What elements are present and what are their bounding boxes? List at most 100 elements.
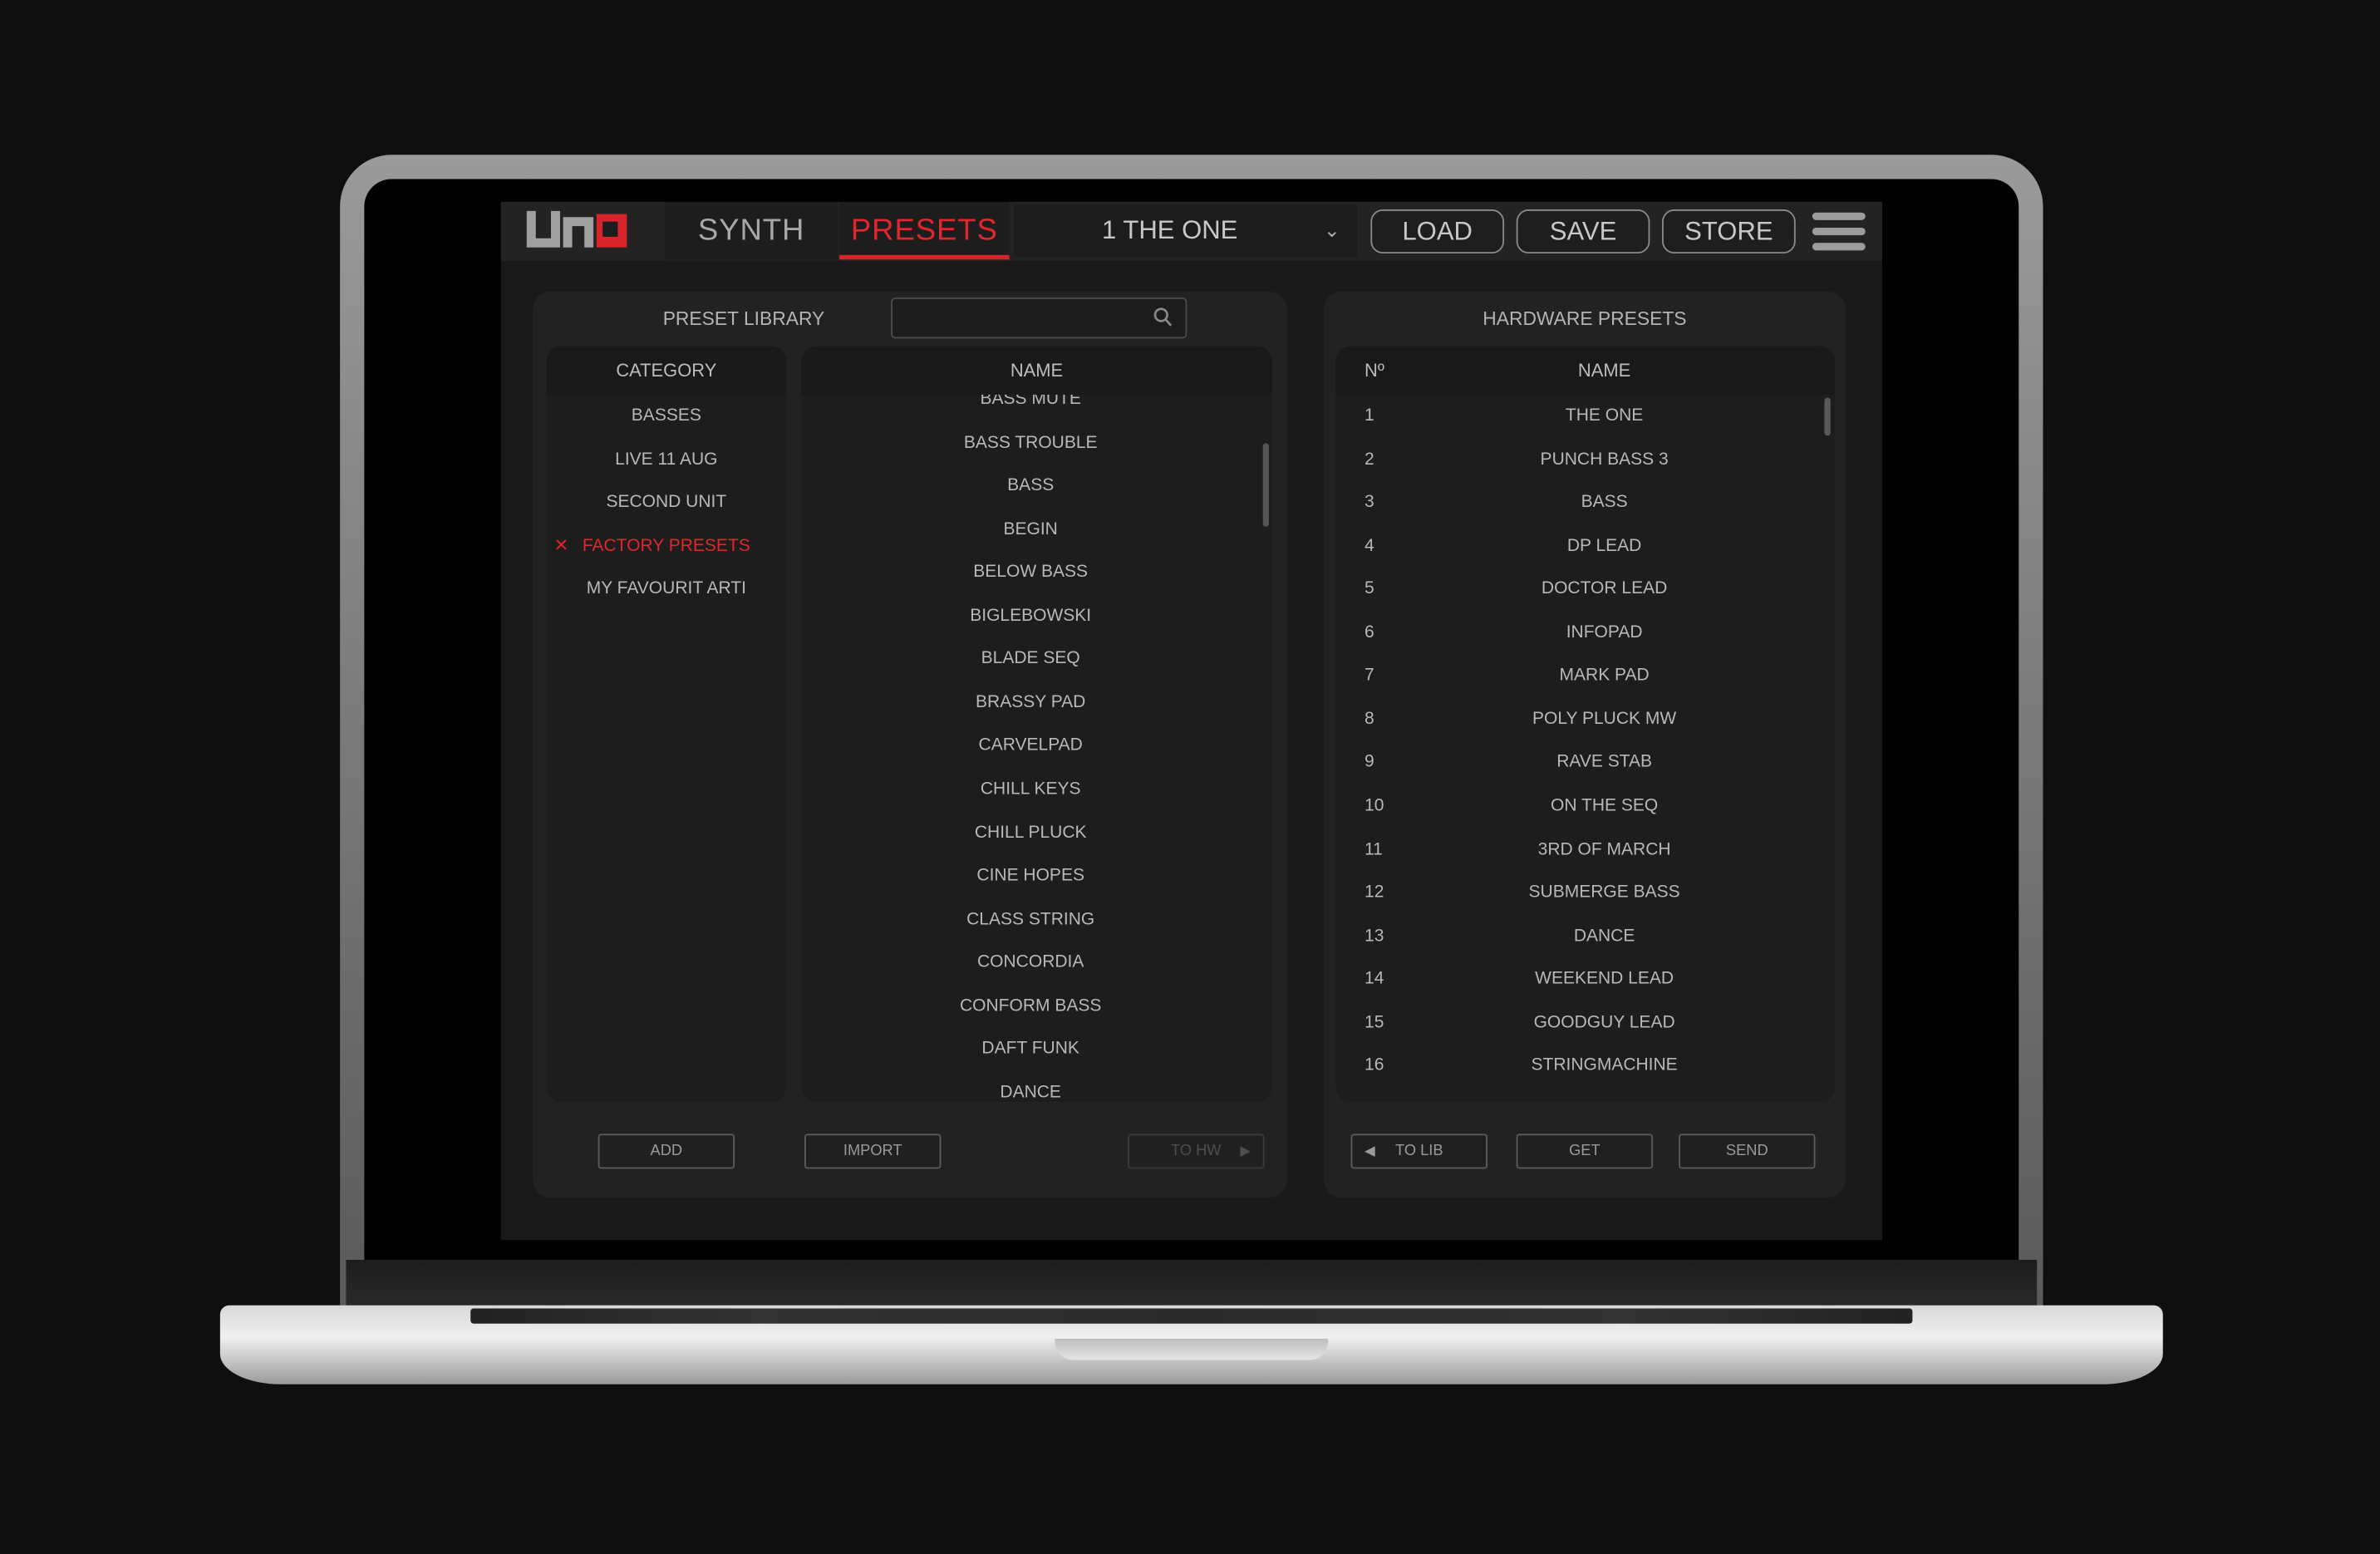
preset-list-item[interactable]: BELOW BASS [801, 558, 1260, 588]
preset-number: 14 [1365, 970, 1384, 989]
to-hw-button[interactable]: TO HW ▶ [1128, 1134, 1265, 1169]
hardware-row[interactable]: 4 DP LEAD [1335, 531, 1835, 562]
name-header: NAME [801, 346, 1272, 395]
laptop-mockup: SYNTH PRESETS 1 THE ONE ⌄ LOAD SAVE STOR… [0, 0, 2380, 1554]
preset-list-item[interactable]: BEGIN [801, 514, 1260, 545]
hardware-row[interactable]: 11 3RD OF MARCH [1335, 834, 1835, 865]
preset-list-item[interactable]: CONCORDIA [801, 947, 1260, 978]
hamburger-icon[interactable] [1812, 212, 1866, 251]
preset-name: GOODGUY LEAD [1533, 1013, 1675, 1032]
category-label: SECOND UNIT [606, 493, 727, 512]
import-button[interactable]: IMPORT [804, 1134, 942, 1169]
preset-list-item[interactable]: CLASS STRING [801, 904, 1260, 935]
remove-icon[interactable]: ✕ [554, 531, 569, 562]
preset-list-item[interactable]: DANCE [801, 1077, 1260, 1102]
preset-name: INFOPAD [1566, 623, 1643, 642]
category-label: FACTORY PRESETS [582, 536, 750, 555]
send-button[interactable]: SEND [1679, 1134, 1816, 1169]
number-header: Nº [1365, 359, 1384, 381]
add-button[interactable]: ADD [597, 1134, 735, 1169]
category-label: MY FAVOURIT ARTI [586, 580, 746, 598]
hardware-row[interactable]: 12 SUBMERGE BASS [1335, 878, 1835, 908]
preset-number: 2 [1365, 450, 1374, 469]
preset-list-item[interactable]: CHILL PLUCK [801, 818, 1260, 848]
preset-list-item[interactable]: CHILL KEYS [801, 774, 1260, 804]
hardware-row[interactable]: 16 STRINGMACHINE [1335, 1050, 1835, 1081]
keyboard-strip [470, 1308, 1913, 1324]
preset-list-item[interactable]: CONFORM BASS [801, 991, 1260, 1021]
hardware-row[interactable]: 8 POLY PLUCK MW [1335, 704, 1835, 735]
hardware-scrollbar[interactable] [1824, 397, 1831, 436]
hw-name-header: NAME [1577, 359, 1631, 381]
preset-list-item[interactable]: BLADE SEQ [801, 644, 1260, 675]
laptop-chin [346, 1259, 2038, 1309]
preset-name: DOCTOR LEAD [1541, 580, 1668, 598]
hardware-row[interactable]: 7 MARK PAD [1335, 661, 1835, 691]
preset-select[interactable]: 1 THE ONE ⌄ [1014, 204, 1357, 257]
tab-presets[interactable]: PRESETS [839, 201, 1010, 260]
search-input[interactable] [891, 297, 1188, 339]
preset-number: 12 [1365, 883, 1384, 902]
preset-list-item[interactable]: BASS [801, 470, 1260, 501]
preset-name: DANCE [1573, 927, 1635, 946]
preset-name: POLY PLUCK MW [1532, 710, 1677, 729]
hardware-row[interactable]: 3 BASS [1335, 487, 1835, 518]
preset-number: 6 [1365, 623, 1374, 642]
store-button[interactable]: STORE [1662, 209, 1796, 254]
hardware-row[interactable]: 9 RAVE STAB [1335, 747, 1835, 778]
preset-library-title: PRESET LIBRARY [662, 307, 825, 330]
load-button[interactable]: LOAD [1370, 209, 1505, 254]
save-button[interactable]: SAVE [1516, 209, 1650, 254]
hardware-row[interactable]: 1 THE ONE [1335, 401, 1835, 431]
preset-number: 15 [1365, 1013, 1384, 1032]
preset-name: MARK PAD [1559, 666, 1650, 686]
preset-name: DP LEAD [1566, 536, 1642, 555]
hardware-row[interactable]: 14 WEEKEND LEAD [1335, 964, 1835, 995]
hardware-table: Nº NAME 1 THE ONE 2 PUNCH BASS 3 3 BASS 4 DP LE… [1335, 346, 1836, 1103]
to-lib-label: TO LIB [1395, 1143, 1443, 1160]
preset-name: 3RD OF MARCH [1537, 839, 1671, 858]
preset-list-item[interactable]: CINE HOPES [801, 861, 1260, 892]
preset-number: 16 [1365, 1056, 1384, 1075]
category-item[interactable]: MY FAVOURIT ARTI [547, 574, 787, 605]
preset-list-item[interactable]: DAFT FUNK [801, 1034, 1260, 1065]
to-lib-button[interactable]: ◀ TO LIB [1350, 1134, 1488, 1169]
to-hw-label: TO HW [1171, 1143, 1222, 1160]
preset-list-item[interactable]: CARVELPAD [801, 730, 1260, 761]
preset-number: 3 [1365, 493, 1374, 512]
get-button[interactable]: GET [1516, 1134, 1654, 1169]
preset-list-item[interactable]: BASS TROUBLE [801, 427, 1260, 458]
search-icon [1153, 307, 1173, 327]
hardware-row[interactable]: 13 DANCE [1335, 921, 1835, 952]
tab-synth[interactable]: SYNTH [665, 201, 838, 260]
category-item[interactable]: BASSES [547, 401, 787, 431]
preset-number: 9 [1365, 753, 1374, 772]
arrow-left-icon: ◀ [1365, 1143, 1375, 1158]
preset-name: RAVE STAB [1556, 753, 1653, 772]
preset-name: SUBMERGE BASS [1528, 883, 1680, 902]
category-item[interactable]: ✕ FACTORY PRESETS [547, 531, 787, 562]
hardware-row[interactable]: 6 INFOPAD [1335, 617, 1835, 648]
hardware-row[interactable]: 2 PUNCH BASS 3 [1335, 444, 1835, 475]
preset-number: 4 [1365, 536, 1374, 555]
preset-name: THE ONE [1565, 406, 1644, 425]
hardware-row[interactable]: 10 ON THE SEQ [1335, 790, 1835, 821]
library-scrollbar[interactable] [1262, 443, 1269, 527]
category-item[interactable]: SECOND UNIT [547, 487, 787, 518]
preset-list-item[interactable]: BIGLEBOWSKI [801, 601, 1260, 632]
category-header: CATEGORY [546, 346, 787, 395]
category-label: BASSES [631, 406, 701, 425]
category-item[interactable]: LIVE 11 AUG [547, 444, 787, 475]
preset-number: 10 [1365, 796, 1384, 815]
preset-list-item[interactable]: BRASSY PAD [801, 687, 1260, 718]
preset-number: 8 [1365, 710, 1374, 729]
hardware-row[interactable]: 15 GOODGUY LEAD [1335, 1007, 1835, 1038]
preset-name: STRINGMACHINE [1531, 1056, 1678, 1075]
hardware-presets-title: HARDWARE PRESETS [1483, 307, 1687, 330]
uno-logo [524, 208, 630, 250]
hardware-row[interactable]: 5 DOCTOR LEAD [1335, 574, 1835, 605]
name-column: BASS MUTE BASS TROUBLE BASS BEGIN BELOW BASS… [801, 346, 1272, 1103]
arrow-right-icon: ▶ [1240, 1143, 1251, 1158]
category-column: CATEGORY BASSES LIVE 11 AUG SECOND UNIT ✕ FA… [546, 346, 787, 1103]
preset-number: 7 [1365, 666, 1374, 686]
